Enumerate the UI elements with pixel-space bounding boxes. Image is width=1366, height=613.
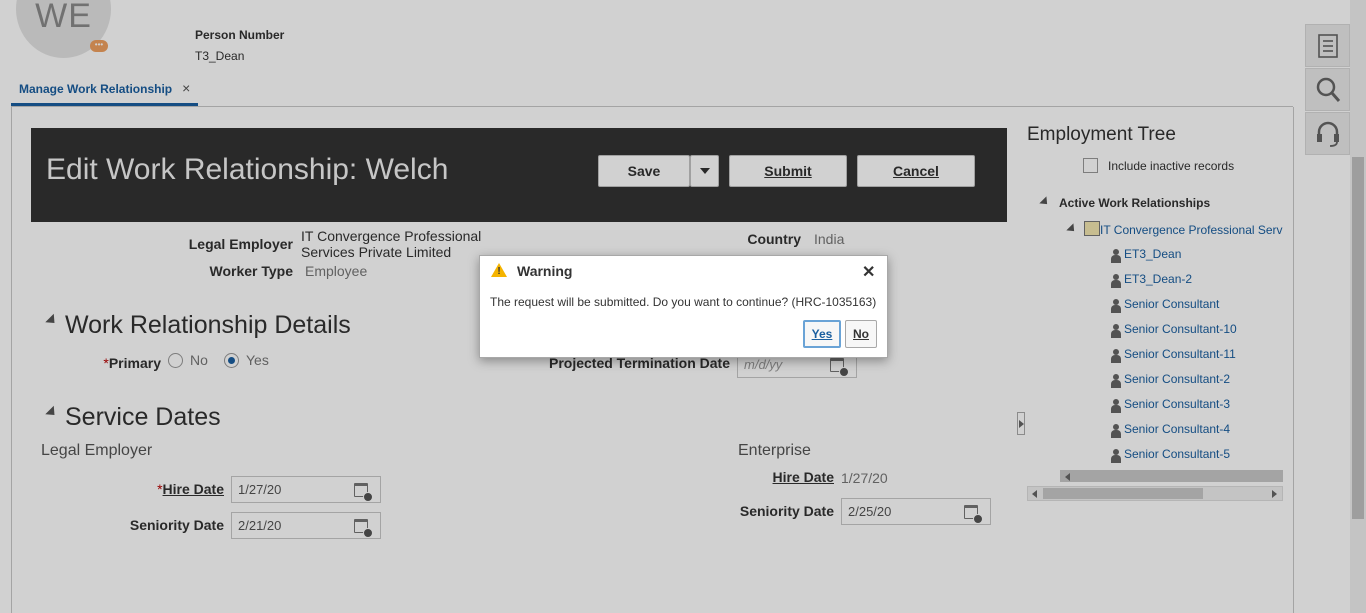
- no-label: No: [853, 327, 869, 341]
- yes-label: Yes: [811, 327, 833, 341]
- dialog-title: Warning: [517, 263, 573, 279]
- warning-exclamation-icon: !: [497, 266, 501, 277]
- close-icon[interactable]: ✕: [862, 262, 875, 282]
- no-button[interactable]: No: [845, 320, 877, 348]
- dialog-message: The request will be submitted. Do you wa…: [490, 295, 877, 309]
- yes-button[interactable]: Yes: [803, 320, 841, 348]
